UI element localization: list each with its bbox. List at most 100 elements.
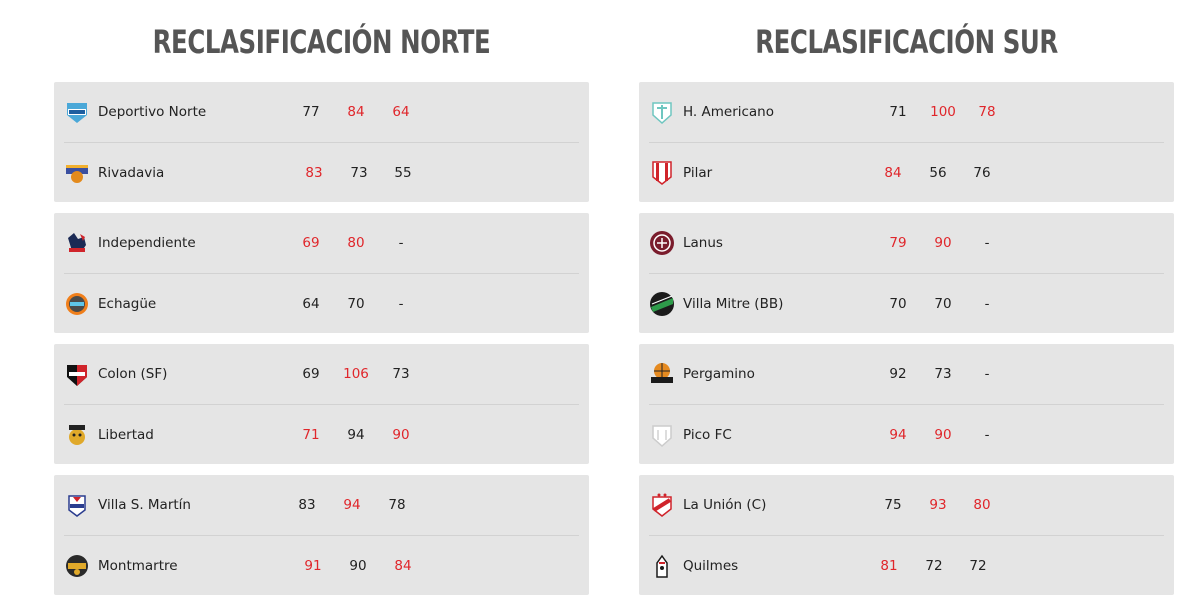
team-row: La Unión (C) 75 93 80: [649, 475, 1164, 535]
game-1-score: 84: [884, 165, 902, 181]
team-name: Libertad: [98, 427, 154, 443]
team-row: Independiente 69 80 -: [64, 213, 579, 273]
game-2-score: 94: [347, 427, 365, 443]
team-name: Pilar: [683, 165, 713, 181]
team-name: Pico FC: [683, 427, 732, 443]
game-1-score: 75: [884, 497, 902, 513]
game-1-score: 83: [298, 497, 316, 513]
team-row: Libertad 71 94 90: [64, 404, 579, 465]
team-name: Independiente: [98, 235, 196, 251]
series-card: Lanus 79 90 - Villa Mitre (BB) 70 70 -: [639, 213, 1174, 333]
team-name: H. Americano: [683, 104, 774, 120]
sur-column: RECLASIFICACIÓN SUR H. Americano 71 100 78 P…: [639, 0, 1174, 606]
montmartre-logo: [64, 553, 90, 579]
team-row: Montmartre 91 90 84: [64, 535, 579, 596]
game-2-score: 94: [343, 497, 361, 513]
team-name: Echagüe: [98, 296, 157, 312]
pilar-logo: [649, 160, 675, 186]
team-row: Pilar 84 56 76: [649, 142, 1164, 203]
game-2-score: 93: [929, 497, 947, 513]
rivadavia-logo: [64, 160, 90, 186]
game-2-score: 56: [929, 165, 947, 181]
series-card: Pergamino 92 73 - Pico FC 94 90 -: [639, 344, 1174, 464]
villa-san-martin-logo: [64, 492, 90, 518]
game-3-score: 90: [392, 427, 410, 443]
team-row: Deportivo Norte 77 84 64: [64, 82, 579, 142]
villa-mitre-logo: [649, 291, 675, 317]
game-2-score: 90: [349, 558, 367, 574]
game-1-score: 70: [889, 296, 907, 312]
libertad-logo: [64, 422, 90, 448]
norte-column: RECLASIFICACIÓN NORTE Deportivo Norte 77 8…: [54, 0, 589, 606]
team-name: Colon (SF): [98, 366, 168, 382]
game-1-score: 69: [302, 366, 320, 382]
team-name: La Unión (C): [683, 497, 767, 513]
h-americano-logo: [649, 99, 675, 125]
team-row: Echagüe 64 70 -: [64, 273, 579, 334]
team-name: Lanus: [683, 235, 723, 251]
team-row: Villa S. Martín 83 94 78: [64, 475, 579, 535]
lanus-logo: [649, 230, 675, 256]
game-3-score: -: [984, 366, 990, 382]
game-3-score: 76: [973, 165, 991, 181]
team-row: Lanus 79 90 -: [649, 213, 1164, 273]
series-card: Colon (SF) 69 106 73 Libertad 71 94 90: [54, 344, 589, 464]
game-3-score: -: [984, 235, 990, 251]
game-3-score: 84: [394, 558, 412, 574]
game-3-score: 64: [392, 104, 410, 120]
team-name: Rivadavia: [98, 165, 165, 181]
game-1-score: 64: [302, 296, 320, 312]
game-2-score: 73: [350, 165, 368, 181]
game-2-score: 90: [934, 427, 952, 443]
game-2-score: 80: [347, 235, 365, 251]
team-row: Pico FC 94 90 -: [649, 404, 1164, 465]
game-1-score: 91: [304, 558, 322, 574]
team-name: Deportivo Norte: [98, 104, 207, 120]
game-3-score: 73: [392, 366, 410, 382]
deportivo-norte-logo: [64, 99, 90, 125]
team-row: Villa Mitre (BB) 70 70 -: [649, 273, 1164, 334]
game-2-score: 72: [925, 558, 943, 574]
team-name: Villa S. Martín: [98, 497, 191, 513]
game-1-score: 79: [889, 235, 907, 251]
game-3-score: -: [984, 427, 990, 443]
game-1-score: 81: [880, 558, 898, 574]
game-1-score: 69: [302, 235, 320, 251]
team-name: Montmartre: [98, 558, 178, 574]
series-card: Villa S. Martín 83 94 78 Montmartre 91 90 84: [54, 475, 589, 595]
game-3-score: 78: [978, 104, 996, 120]
norte-series-list: Deportivo Norte 77 84 64 Rivadavia 83 73 55 Inde…: [54, 82, 589, 595]
game-2-score: 73: [934, 366, 952, 382]
pico-fc-logo: [649, 422, 675, 448]
game-2-score: 84: [347, 104, 365, 120]
game-3-score: -: [398, 235, 404, 251]
team-name: Quilmes: [683, 558, 739, 574]
game-1-score: 83: [305, 165, 323, 181]
series-card: La Unión (C) 75 93 80 Quilmes 81 72 72: [639, 475, 1174, 595]
team-name: Pergamino: [683, 366, 755, 382]
sur-title: RECLASIFICACIÓN SUR: [755, 23, 1058, 61]
team-row: Pergamino 92 73 -: [649, 344, 1164, 404]
game-3-score: 80: [973, 497, 991, 513]
series-card: Independiente 69 80 - Echagüe 64 70 -: [54, 213, 589, 333]
game-2-score: 70: [347, 296, 365, 312]
team-row: H. Americano 71 100 78: [649, 82, 1164, 142]
game-1-score: 77: [302, 104, 320, 120]
game-3-score: 55: [394, 165, 412, 181]
colon-logo: [64, 361, 90, 387]
sur-series-list: H. Americano 71 100 78 Pilar 84 56 76 Lanus 79 90 -…: [639, 82, 1174, 595]
team-name: Villa Mitre (BB): [683, 296, 784, 312]
norte-title: RECLASIFICACIÓN NORTE: [152, 23, 491, 61]
independiente-logo: [64, 230, 90, 256]
game-3-score: -: [984, 296, 990, 312]
game-2-score: 106: [343, 366, 369, 382]
echague-logo: [64, 291, 90, 317]
game-2-score: 70: [934, 296, 952, 312]
game-1-score: 71: [889, 104, 907, 120]
series-card: Deportivo Norte 77 84 64 Rivadavia 83 73 55: [54, 82, 589, 202]
la-union-logo: [649, 492, 675, 518]
game-1-score: 92: [889, 366, 907, 382]
game-1-score: 94: [889, 427, 907, 443]
pergamino-logo: [649, 361, 675, 387]
team-row: Quilmes 81 72 72: [649, 535, 1164, 596]
